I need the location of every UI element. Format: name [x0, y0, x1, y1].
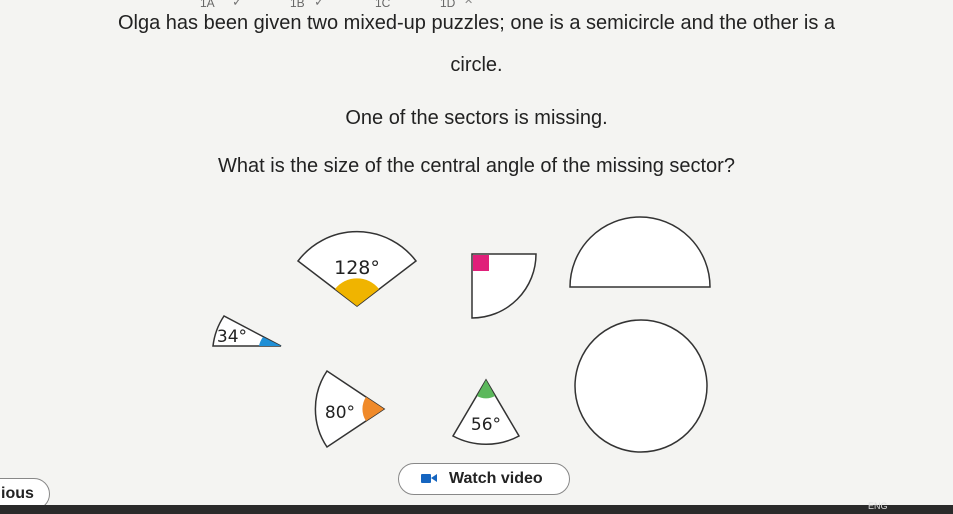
- sector-34-label: 34°: [217, 327, 247, 347]
- sector-56-label: 56°: [471, 415, 501, 435]
- sector-34-piece[interactable]: 34°: [212, 315, 282, 347]
- sector-128-label: 128°: [334, 257, 380, 279]
- video-camera-icon: [421, 474, 431, 483]
- video-camera-lens-icon: [431, 474, 437, 482]
- taskbar: ENG: [0, 501, 953, 514]
- sector-56-piece[interactable]: 56°: [451, 378, 521, 446]
- sector-80-piece[interactable]: 80°: [314, 369, 386, 449]
- watch-video-label: Watch video: [449, 470, 543, 487]
- sector-80-label: 80°: [325, 403, 355, 423]
- semicircle-outline: [569, 216, 711, 288]
- previous-button-label: ious: [1, 485, 34, 502]
- language-indicator[interactable]: ENG: [868, 501, 888, 511]
- sector-128-piece[interactable]: 128°: [296, 230, 418, 307]
- puzzle-canvas: 128° 34° 80° 56°: [212, 216, 711, 453]
- watch-video-button[interactable]: Watch video: [398, 463, 570, 495]
- right-angle-sector-piece[interactable]: [471, 253, 537, 319]
- circle-outline: [574, 319, 708, 453]
